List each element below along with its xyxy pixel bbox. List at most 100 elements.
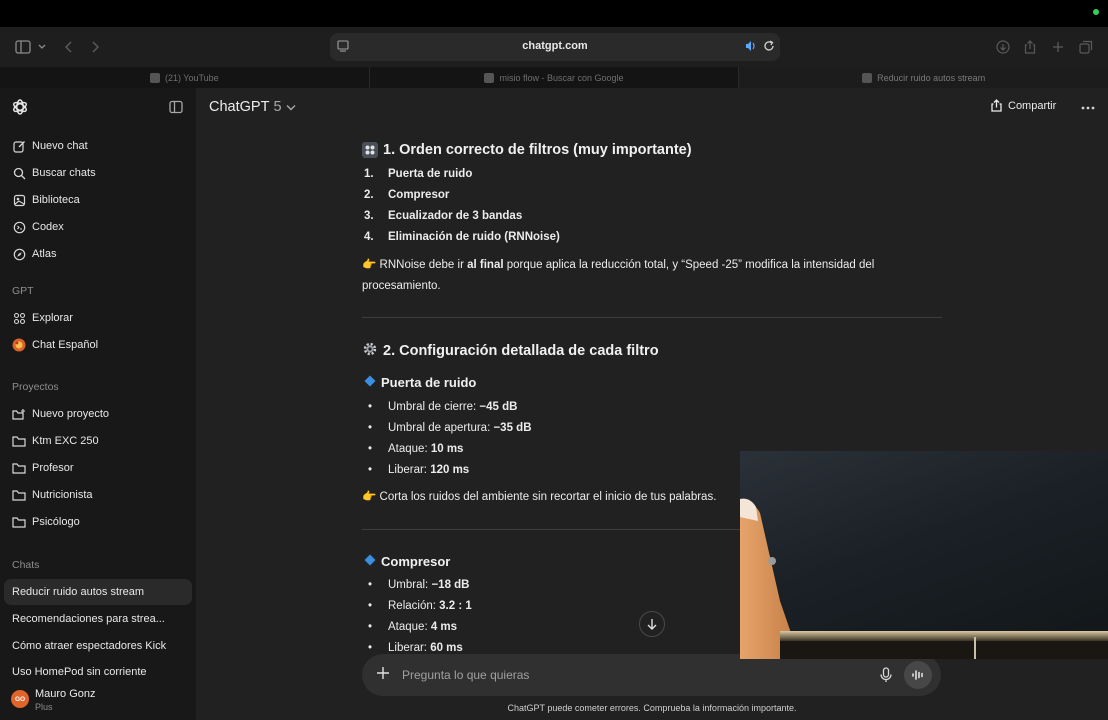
scroll-to-bottom-button[interactable] [639, 611, 665, 637]
codex-button[interactable]: Codex [4, 214, 192, 240]
user-plan: Plus [35, 702, 53, 712]
message-composer[interactable]: Pregunta lo que quieras [362, 654, 941, 696]
browser-tab[interactable]: misio flow - Buscar con Google [370, 67, 740, 88]
openai-logo-icon[interactable] [11, 98, 29, 116]
section-heading: 1. Orden correcto de filtros (muy import… [362, 142, 692, 158]
share-label: Compartir [1008, 99, 1057, 112]
project-item[interactable]: Psicólogo [4, 509, 192, 535]
chevron-down-icon [286, 104, 296, 110]
folder-icon [12, 434, 26, 448]
sidebar-item-label: Explorar [32, 312, 73, 324]
youtube-favicon-icon [149, 72, 160, 83]
codex-icon [12, 220, 26, 234]
section-heading-text: 2. Configuración detallada de cada filtr… [383, 343, 659, 359]
browser-tab-label: Reducir ruido autos stream [877, 72, 986, 83]
pointing-hand-icon: 👉 [362, 259, 377, 271]
list-item: • Relación: 3.2 : 1 [368, 600, 472, 612]
download-icon[interactable] [994, 38, 1012, 56]
sidebar-item-label: Ktm EXC 250 [32, 435, 99, 447]
blue-diamond-icon [364, 554, 376, 569]
address-bar[interactable]: chatgpt.com [330, 33, 780, 61]
chat-history-item[interactable]: Cómo atraer espectadores Kick [4, 633, 192, 659]
chat-history-item[interactable]: Uso HomePod sin corriente [4, 660, 192, 678]
edit-icon [12, 139, 26, 153]
list-item: • Umbral de cierre: −45 dB [368, 401, 518, 413]
prompt-input[interactable]: Pregunta lo que quieras [402, 668, 529, 682]
google-favicon-icon [484, 72, 495, 83]
chatgpt-favicon-icon [862, 72, 873, 83]
new-project-button[interactable]: Nuevo proyecto [4, 401, 192, 427]
chat-history-item-active[interactable]: Reducir ruido autos stream [4, 579, 192, 605]
atlas-button[interactable]: Atlas [4, 241, 192, 267]
subsection-heading: Puerta de ruido [364, 375, 476, 390]
grid-icon [12, 311, 26, 325]
chats-section-heading: Chats [12, 559, 40, 571]
voice-mode-button[interactable] [904, 661, 932, 689]
gpt-chat-espanol[interactable]: Chat Español [4, 332, 192, 358]
chevron-down-icon[interactable] [36, 38, 48, 56]
model-version: 5 [273, 99, 282, 115]
microphone-icon[interactable] [879, 667, 895, 683]
explore-gpts-button[interactable]: Explorar [4, 305, 192, 331]
speaker-icon[interactable] [744, 39, 758, 53]
project-item[interactable]: Nutricionista [4, 482, 192, 508]
project-item[interactable]: Profesor [4, 455, 192, 481]
gpt-avatar-icon [12, 338, 26, 352]
reload-icon[interactable] [762, 39, 776, 53]
new-tab-icon[interactable] [1049, 38, 1067, 56]
list-item: 2. Compresor [364, 189, 450, 201]
more-options-icon[interactable] [1081, 98, 1097, 114]
chat-history-item[interactable]: Recomendaciones para strea... [4, 606, 192, 632]
list-item: • Ataque: 4 ms [368, 621, 458, 633]
avatar: GO [11, 690, 29, 708]
sidebar-toggle-icon[interactable] [14, 38, 32, 56]
sidebar-item-label: Nutricionista [32, 489, 93, 501]
library-button[interactable]: Biblioteca [4, 187, 192, 213]
folder-icon [12, 515, 26, 529]
disclaimer-text: ChatGPT puede cometer errores. Comprueba… [507, 703, 797, 713]
list-item: • Ataque: 10 ms [368, 443, 464, 455]
sidebar-item-label: Biblioteca [32, 194, 80, 206]
search-icon [12, 166, 26, 180]
subsection-heading-text: Compresor [381, 554, 451, 569]
sidebar-item-label: Codex [32, 221, 64, 233]
projects-section-heading: Proyectos [12, 381, 59, 393]
forward-icon[interactable] [86, 38, 104, 56]
gpt-section-heading: GPT [12, 285, 34, 297]
waveform-icon [912, 670, 923, 680]
new-chat-button[interactable]: Nuevo chat [4, 133, 192, 159]
sidebar-item-label: Profesor [32, 462, 74, 474]
note-paragraph: 👉 RNNoise debe ir al final porque aplica… [362, 259, 875, 292]
subsection-heading: Compresor [364, 554, 450, 569]
sidebar-item-label: Psicólogo [32, 516, 80, 528]
user-name: Mauro Gonz [35, 688, 96, 700]
gear-icon [362, 341, 378, 361]
list-item: 3. Ecualizador de 3 bandas [364, 210, 523, 222]
subsection-heading-text: Puerta de ruido [381, 375, 477, 390]
browser-toolbar: chatgpt.com [0, 27, 1108, 67]
browser-tab[interactable]: (21) YouTube [0, 67, 370, 88]
browser-tab-label: misio flow - Buscar con Google [499, 72, 624, 83]
plus-icon[interactable] [376, 665, 394, 683]
model-name: ChatGPT [209, 99, 270, 115]
system-top-bar [0, 0, 1108, 27]
section-heading: 2. Configuración detallada de cada filtr… [362, 341, 659, 361]
share-icon[interactable] [1021, 38, 1039, 56]
project-item[interactable]: Ktm EXC 250 [4, 428, 192, 454]
browser-tab-active[interactable]: Reducir ruido autos stream [739, 67, 1108, 88]
compass-icon [12, 247, 26, 261]
search-chats-button[interactable]: Buscar chats [4, 160, 192, 186]
list-item: • Umbral de apertura: −35 dB [368, 422, 532, 434]
back-icon[interactable] [60, 38, 78, 56]
browser-tab-label: (21) YouTube [164, 72, 219, 83]
tab-overview-icon[interactable] [1077, 38, 1095, 56]
list-item: 4. Eliminación de ruido (RNNoise) [364, 231, 560, 243]
share-button[interactable]: Compartir [990, 99, 1056, 112]
sidebar-item-label: Nuevo proyecto [32, 408, 110, 420]
url-text: chatgpt.com [522, 40, 588, 52]
user-account-button[interactable]: GO Mauro Gonz Plus [0, 678, 196, 720]
close-sidebar-icon[interactable] [168, 99, 184, 115]
pointing-hand-icon: 👉 [362, 491, 377, 503]
model-selector[interactable]: ChatGPT 5 [209, 99, 296, 115]
section-heading-text: 1. Orden correcto de filtros (muy import… [383, 142, 692, 158]
